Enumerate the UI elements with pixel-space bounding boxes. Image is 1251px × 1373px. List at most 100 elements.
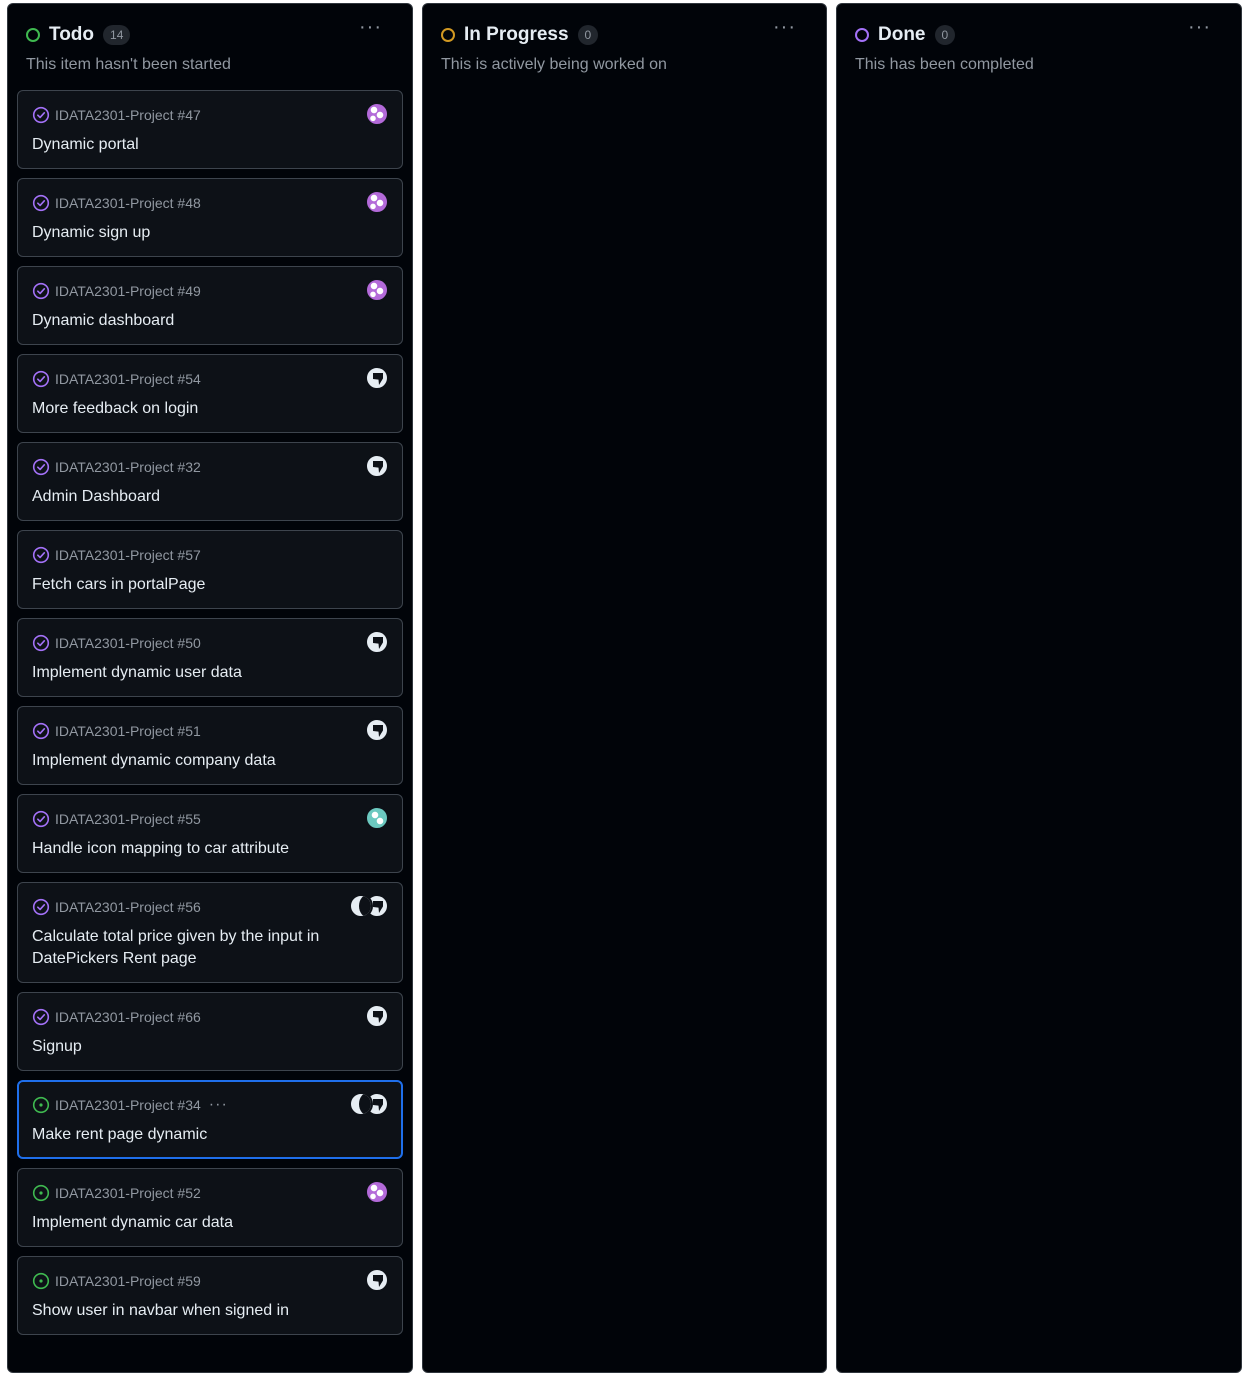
card-title[interactable]: Implement dynamic company data: [32, 750, 352, 772]
avatar[interactable]: [365, 102, 389, 126]
card-reference[interactable]: IDATA2301-Project #32: [55, 459, 201, 475]
assignee-avatars[interactable]: [365, 1180, 389, 1206]
project-board: Todo 14 ··· This item hasn't been starte…: [0, 0, 1251, 1373]
column-header: Done 0: [855, 23, 956, 47]
issue-open-icon: [32, 1096, 50, 1114]
assignee-avatars[interactable]: [365, 630, 389, 656]
card-reference[interactable]: IDATA2301-Project #55: [55, 811, 201, 827]
column-header: In Progress 0: [441, 23, 599, 47]
card-title[interactable]: Dynamic portal: [32, 134, 352, 156]
avatar[interactable]: [365, 1180, 389, 1204]
avatar[interactable]: [365, 630, 389, 654]
avatar[interactable]: [365, 806, 389, 830]
card-title[interactable]: Signup: [32, 1036, 352, 1058]
card-meta: IDATA2301-Project #57: [32, 545, 201, 565]
column-done: Done 0 ··· This has been completed: [836, 3, 1242, 1373]
issue-card[interactable]: IDATA2301-Project #54 More feedback on lo…: [17, 354, 403, 433]
issue-card[interactable]: IDATA2301-Project #55 Handle icon mapping…: [17, 794, 403, 873]
issue-card[interactable]: IDATA2301-Project #56 Calculate total pri…: [17, 882, 403, 983]
card-meta: IDATA2301-Project #56: [32, 897, 201, 917]
issue-card[interactable]: IDATA2301-Project #59 Show user in navbar…: [17, 1256, 403, 1335]
card-title[interactable]: Fetch cars in portalPage: [32, 574, 352, 596]
issue-card[interactable]: IDATA2301-Project #51 Implement dynamic c…: [17, 706, 403, 785]
avatar[interactable]: [349, 894, 373, 918]
card-reference[interactable]: IDATA2301-Project #49: [55, 283, 201, 299]
assignee-avatars[interactable]: [365, 718, 389, 744]
assignee-avatars[interactable]: [365, 1268, 389, 1294]
issue-card[interactable]: IDATA2301-Project #66 Signup: [17, 992, 403, 1071]
card-title[interactable]: Show user in navbar when signed in: [32, 1300, 352, 1322]
issue-draft-icon: [32, 106, 50, 124]
card-title[interactable]: Handle icon mapping to car attribute: [32, 838, 352, 860]
card-meta: IDATA2301-Project #47: [32, 105, 201, 125]
card-meta: IDATA2301-Project #32: [32, 457, 201, 477]
issue-card[interactable]: IDATA2301-Project #57 Fetch cars in porta…: [17, 530, 403, 609]
card-title[interactable]: More feedback on login: [32, 398, 352, 420]
card-more-button[interactable]: ···: [209, 1096, 228, 1114]
column-menu-button[interactable]: ···: [359, 16, 382, 39]
issue-card[interactable]: IDATA2301-Project #48 Dynamic sign up: [17, 178, 403, 257]
issue-open-icon: [32, 1184, 50, 1202]
avatar[interactable]: [365, 366, 389, 390]
column-description: This is actively being worked on: [441, 56, 667, 73]
card-reference[interactable]: IDATA2301-Project #47: [55, 107, 201, 123]
card-reference[interactable]: IDATA2301-Project #50: [55, 635, 201, 651]
avatar[interactable]: [365, 1004, 389, 1028]
assignee-avatars[interactable]: [365, 190, 389, 216]
done-status-icon: [855, 28, 869, 42]
assignee-avatars[interactable]: [365, 806, 389, 832]
issue-card[interactable]: IDATA2301-Project #34 ··· Make rent page d…: [17, 1080, 403, 1159]
issue-card[interactable]: IDATA2301-Project #49 Dynamic dashboard: [17, 266, 403, 345]
issue-card[interactable]: IDATA2301-Project #47 Dynamic portal: [17, 90, 403, 169]
avatar[interactable]: [365, 190, 389, 214]
assignee-avatars[interactable]: [349, 894, 389, 920]
assignee-avatars[interactable]: [365, 102, 389, 128]
issue-card[interactable]: IDATA2301-Project #32 Admin Dashboard: [17, 442, 403, 521]
card-meta: IDATA2301-Project #52: [32, 1183, 201, 1203]
assignee-avatars[interactable]: [365, 366, 389, 392]
issue-draft-icon: [32, 898, 50, 916]
card-reference[interactable]: IDATA2301-Project #66: [55, 1009, 201, 1025]
card-title[interactable]: Dynamic dashboard: [32, 310, 352, 332]
card-title[interactable]: Dynamic sign up: [32, 222, 352, 244]
card-reference[interactable]: IDATA2301-Project #51: [55, 723, 201, 739]
item-count-badge: 0: [577, 25, 599, 45]
card-title[interactable]: Admin Dashboard: [32, 486, 352, 508]
issue-card[interactable]: IDATA2301-Project #50 Implement dynamic u…: [17, 618, 403, 697]
column-menu-button[interactable]: ···: [773, 16, 796, 39]
issue-card[interactable]: IDATA2301-Project #52 Implement dynamic c…: [17, 1168, 403, 1247]
card-meta: IDATA2301-Project #55: [32, 809, 201, 829]
issue-draft-icon: [32, 282, 50, 300]
assignee-avatars[interactable]: [365, 1004, 389, 1030]
avatar[interactable]: [365, 1268, 389, 1292]
card-reference[interactable]: IDATA2301-Project #56: [55, 899, 201, 915]
avatar[interactable]: [365, 718, 389, 742]
avatar[interactable]: [349, 1092, 373, 1116]
column-menu-button[interactable]: ···: [1188, 16, 1211, 39]
card-reference[interactable]: IDATA2301-Project #59: [55, 1273, 201, 1289]
column-title: In Progress: [464, 24, 569, 45]
column-todo: Todo 14 ··· This item hasn't been starte…: [7, 3, 413, 1373]
card-title[interactable]: Make rent page dynamic: [32, 1124, 352, 1146]
column-header: Todo 14: [26, 23, 131, 47]
column-description: This item hasn't been started: [26, 56, 231, 73]
issue-open-icon: [32, 1272, 50, 1290]
column-title: Done: [878, 24, 926, 45]
avatar[interactable]: [365, 454, 389, 478]
assignee-avatars[interactable]: [349, 1092, 389, 1118]
card-title[interactable]: Implement dynamic user data: [32, 662, 352, 684]
card-title[interactable]: Calculate total price given by the input…: [32, 926, 352, 970]
card-title[interactable]: Implement dynamic car data: [32, 1212, 352, 1234]
assignee-avatars[interactable]: [365, 454, 389, 480]
issue-draft-icon: [32, 370, 50, 388]
column-in-progress: In Progress 0 ··· This is actively being…: [422, 3, 827, 1373]
issue-draft-icon: [32, 722, 50, 740]
card-reference[interactable]: IDATA2301-Project #57: [55, 547, 201, 563]
card-reference[interactable]: IDATA2301-Project #48: [55, 195, 201, 211]
assignee-avatars[interactable]: [365, 278, 389, 304]
card-reference[interactable]: IDATA2301-Project #52: [55, 1185, 201, 1201]
card-reference[interactable]: IDATA2301-Project #34: [55, 1097, 201, 1113]
avatar[interactable]: [365, 278, 389, 302]
card-reference[interactable]: IDATA2301-Project #54: [55, 371, 201, 387]
in-progress-status-icon: [441, 28, 455, 42]
